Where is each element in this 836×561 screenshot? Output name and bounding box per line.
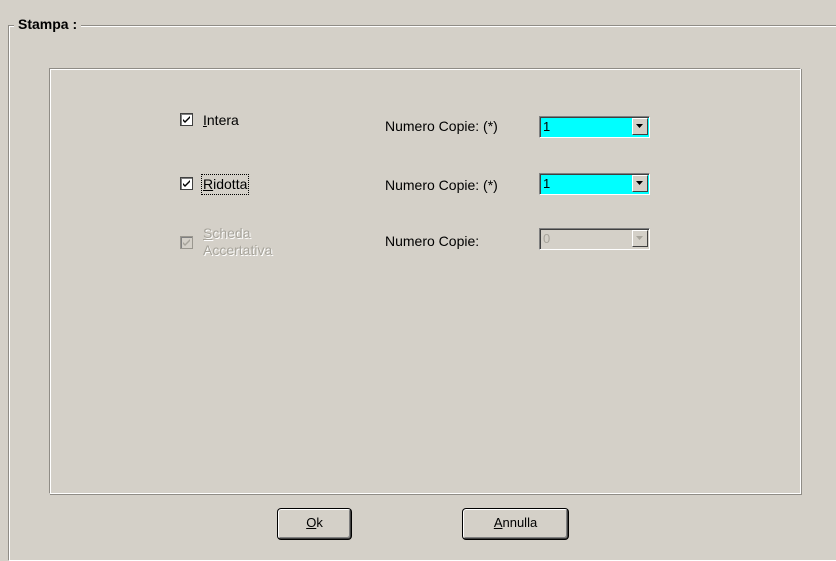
chevron-down-icon[interactable] (632, 175, 648, 192)
intera-copies-select[interactable]: 1 (539, 116, 650, 138)
scheda-accertativa-label[interactable]: Scheda Accertativa (203, 225, 272, 259)
groupbox-title: Stampa : (14, 15, 82, 33)
intera-checkbox[interactable] (180, 113, 193, 126)
scheda-accertativa-checkbox[interactable] (180, 236, 193, 249)
intera-label[interactable]: Intera (203, 112, 239, 129)
ok-button[interactable]: Ok (278, 509, 351, 539)
ridotta-copies-label: Numero Copie: (*) (385, 177, 498, 193)
intera-copies-label: Numero Copie: (*) (385, 118, 498, 134)
intera-copies-value: 1 (543, 119, 551, 134)
checkmark-icon (183, 116, 190, 123)
cancel-button[interactable]: Annulla (463, 509, 568, 539)
ridotta-checkbox[interactable] (180, 177, 193, 190)
ridotta-copies-value: 1 (543, 176, 551, 191)
scheda-copies-label: Numero Copie: (385, 233, 480, 249)
ridotta-copies-select[interactable]: 1 (539, 173, 650, 195)
scheda-copies-value: 0 (543, 231, 551, 246)
chevron-down-icon[interactable] (632, 118, 648, 135)
checkmark-icon (183, 239, 190, 246)
chevron-down-icon[interactable] (632, 230, 648, 247)
scheda-copies-select[interactable]: 0 (539, 228, 650, 250)
checkmark-icon (183, 180, 190, 187)
ridotta-label[interactable]: Ridotta (200, 174, 250, 195)
